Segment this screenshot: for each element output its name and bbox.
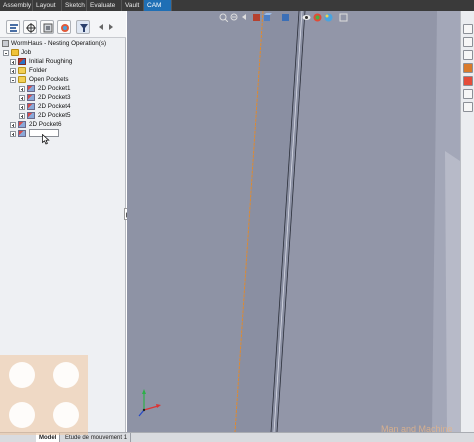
- property-manager-icon[interactable]: [23, 20, 37, 34]
- pocket-icon: [27, 94, 35, 101]
- tree-root[interactable]: WormHaus - Nesting Operation(s): [2, 39, 126, 48]
- tree-initial-roughing[interactable]: Initial Roughing: [10, 57, 122, 66]
- edit-appearance-icon[interactable]: [313, 13, 322, 22]
- display-manager-icon[interactable]: [57, 20, 71, 34]
- tree-open-pockets[interactable]: Open Pockets: [10, 75, 122, 84]
- company-logo: [0, 355, 88, 435]
- expand-toggle[interactable]: [10, 68, 16, 74]
- view-settings-icon[interactable]: [339, 13, 348, 22]
- tab-evaluate[interactable]: Evaluate: [87, 0, 122, 11]
- custom-tab-icon[interactable]: [463, 102, 473, 112]
- tree-2d-pocket1[interactable]: 2D Pocket1: [19, 84, 123, 93]
- view-palette-icon[interactable]: [463, 63, 473, 73]
- folder-icon: [18, 67, 26, 74]
- design-library-icon[interactable]: [463, 37, 473, 47]
- job-icon: [11, 49, 19, 56]
- tree-2d-pocket5[interactable]: 2D Pocket5: [19, 111, 123, 120]
- collapse-toggle[interactable]: [10, 77, 16, 83]
- file-explorer-icon[interactable]: [463, 50, 473, 60]
- tab-cam[interactable]: CAM: [144, 0, 172, 11]
- pocket-icon: [18, 121, 26, 128]
- previous-view-icon[interactable]: [241, 13, 250, 22]
- zoom-area-icon[interactable]: [230, 13, 239, 22]
- tree-2d-pocket3[interactable]: 2D Pocket3: [19, 93, 123, 102]
- expand-toggle[interactable]: [10, 59, 16, 65]
- expand-toggle[interactable]: [19, 95, 25, 101]
- roughing-icon: [18, 58, 26, 65]
- tree-2d-pocket6[interactable]: 2D Pocket6: [10, 120, 122, 129]
- tab-assembly[interactable]: Assembly: [0, 0, 33, 11]
- appearances-icon[interactable]: [463, 76, 473, 86]
- expand-toggle[interactable]: [19, 113, 25, 119]
- panel-toolbar: [0, 11, 126, 38]
- custom-properties-icon[interactable]: [463, 89, 473, 99]
- expand-toggle[interactable]: [10, 122, 16, 128]
- folder-open-icon: [18, 76, 26, 83]
- collapse-toggle[interactable]: [3, 50, 9, 56]
- pocket-icon: [18, 130, 26, 137]
- command-manager-tabs: Assembly Layout Sketch Evaluate Vault CA…: [0, 0, 474, 11]
- pocket-icon: [27, 85, 35, 92]
- tree-job[interactable]: Job: [3, 48, 123, 57]
- configuration-manager-icon[interactable]: [40, 20, 54, 34]
- section-view-icon[interactable]: [252, 13, 261, 22]
- view-orientation-icon[interactable]: [263, 13, 272, 22]
- panel-scroll-arrows[interactable]: [95, 20, 117, 34]
- expand-toggle[interactable]: [10, 131, 16, 137]
- coordinate-triad-icon: [138, 389, 161, 417]
- tab-sketch[interactable]: Sketch: [62, 0, 87, 11]
- tree-folder[interactable]: Folder: [10, 66, 122, 75]
- mouse-cursor-icon: [42, 134, 50, 145]
- hide-show-items-icon[interactable]: [302, 13, 311, 22]
- cam-manager-icon[interactable]: [76, 20, 90, 34]
- part-model: [127, 11, 460, 432]
- task-pane: [460, 11, 474, 432]
- apply-scene-icon[interactable]: [324, 13, 333, 22]
- part-icon: [2, 40, 9, 47]
- feature-manager-icon[interactable]: [6, 20, 20, 34]
- expand-toggle[interactable]: [19, 104, 25, 110]
- graphics-area[interactable]: [127, 11, 460, 432]
- solidworks-resources-icon[interactable]: [463, 24, 473, 34]
- zoom-to-fit-icon[interactable]: [219, 13, 229, 23]
- tree-2d-pocket4[interactable]: 2D Pocket4: [19, 102, 123, 111]
- tab-layout[interactable]: Layout: [33, 0, 62, 11]
- pocket-icon: [27, 112, 35, 119]
- expand-toggle[interactable]: [19, 86, 25, 92]
- watermark-text: Man and Machine: [381, 424, 453, 434]
- pocket-icon: [27, 103, 35, 110]
- display-style-icon[interactable]: [281, 13, 290, 22]
- tab-vault[interactable]: Vault: [122, 0, 144, 11]
- tree-new-operation[interactable]: [10, 129, 122, 138]
